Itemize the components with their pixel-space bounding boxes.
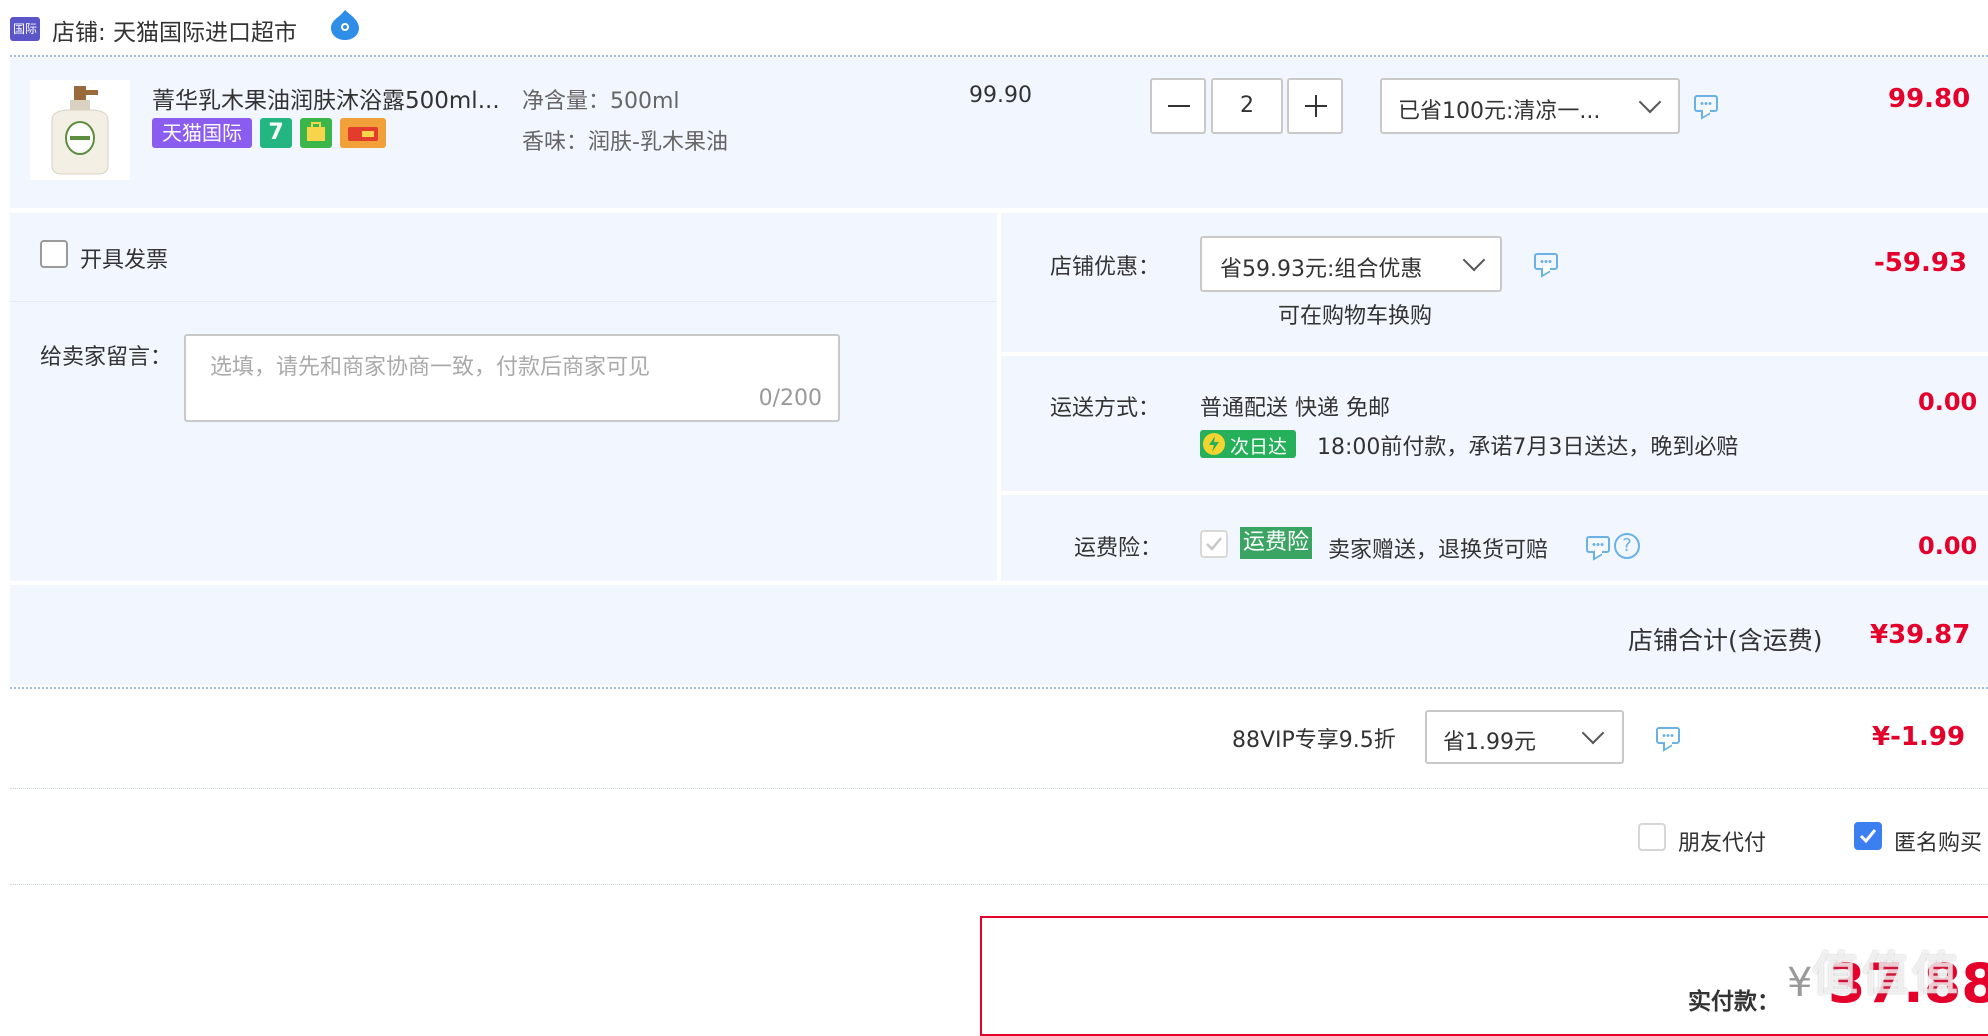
shop-discount-amount: -59.93 xyxy=(1874,248,1968,278)
item-discount-select[interactable]: 已省100元:清凉一... xyxy=(1380,78,1680,134)
shop-discount-select[interactable]: 省59.93元:组合优惠 xyxy=(1200,236,1502,292)
freight-insurance-desc: 卖家赠送，退换货可赔 xyxy=(1328,538,1549,563)
seller-message-label: 给卖家留言： xyxy=(40,345,173,370)
lightning-icon xyxy=(1203,433,1225,455)
freight-insurance-tag: 运费险 xyxy=(1240,527,1313,559)
item-discount-select-value: 已省100元:清凉一... xyxy=(1398,99,1601,124)
shop-total-amount: ¥39.87 xyxy=(1870,620,1971,650)
shop-total-label: 店铺合计(含运费) xyxy=(1628,626,1823,655)
spec-scent: 香味：润肤-乳木果油 xyxy=(522,130,728,155)
seller-message-input[interactable]: 选填，请先和商家协商一致，付款后商家可见 0/200 xyxy=(184,334,840,422)
shipping-label: 运送方式： xyxy=(1050,396,1161,421)
invoice-checkbox[interactable] xyxy=(40,240,68,268)
quantity-increase-button[interactable] xyxy=(1287,78,1343,134)
product-title[interactable]: 菁华乳木果油润肤沐浴露500ml... xyxy=(152,81,500,115)
shop-name[interactable]: 店铺: 天猫国际进口超市 xyxy=(52,13,297,47)
shop-discount-remark-icon[interactable] xyxy=(1534,253,1558,270)
vip-discount-amount: ¥-1.99 xyxy=(1872,722,1966,752)
shop-discount-select-value: 省59.93元:组合优惠 xyxy=(1220,257,1423,282)
quantity-decrease-button[interactable] xyxy=(1150,78,1206,134)
product-image[interactable] xyxy=(30,80,130,180)
guarantee-icon xyxy=(300,118,332,148)
seven-day-return-tag: 7 xyxy=(260,118,292,148)
vip-discount-label: 88VIP专享9.5折 xyxy=(1232,728,1396,753)
freight-insurance-checkbox xyxy=(1200,530,1228,558)
shop-intl-badge: 国际 xyxy=(10,17,40,41)
payment-label: 实付款： xyxy=(1688,989,1780,1015)
vip-remark-icon[interactable] xyxy=(1656,727,1680,744)
chevron-down-icon xyxy=(1462,248,1486,272)
anonymous-label[interactable]: 匿名购买 xyxy=(1894,825,1982,857)
spec-volume: 净含量：500ml xyxy=(522,89,680,114)
help-question-icon[interactable]: ? xyxy=(1614,533,1640,559)
seller-message-counter: 0/200 xyxy=(758,386,822,411)
vip-discount-select[interactable]: 省1.99元 xyxy=(1425,710,1624,764)
seller-message-placeholder: 选填，请先和商家协商一致，付款后商家可见 xyxy=(210,355,651,380)
shop-discount-label: 店铺优惠： xyxy=(1050,255,1161,280)
shipping-amount: 0.00 xyxy=(1918,388,1978,416)
shop-discount-note[interactable]: 可在购物车换购 xyxy=(1278,298,1432,330)
item-subtotal: 99.80 xyxy=(1888,84,1971,114)
anonymous-checkbox[interactable] xyxy=(1854,822,1882,850)
friend-pay-label[interactable]: 朋友代付 xyxy=(1678,825,1766,857)
chevron-down-icon xyxy=(1638,90,1662,114)
payment-summary-box: 实付款： ¥ 37.88 值 值 值 xyxy=(980,916,1988,1036)
friend-pay-checkbox[interactable] xyxy=(1638,823,1666,851)
invoice-label[interactable]: 开具发票 xyxy=(80,242,168,274)
tmall-intl-tag: 天猫国际 xyxy=(152,118,252,148)
card-payment-icon xyxy=(340,118,386,148)
chevron-down-icon xyxy=(1581,721,1605,745)
site-watermark: 值 值 值 xyxy=(1812,947,1958,1001)
vip-discount-select-value: 省1.99元 xyxy=(1443,730,1536,755)
freight-insurance-label: 运费险： xyxy=(1074,536,1163,561)
wangwang-chat-icon[interactable] xyxy=(328,8,362,42)
shipping-method: 普通配送 快递 免邮 xyxy=(1200,396,1390,421)
quantity-input[interactable]: 2 xyxy=(1211,78,1283,134)
freight-insurance-remark-icon[interactable] xyxy=(1586,536,1610,553)
unit-price: 99.90 xyxy=(969,83,1032,108)
next-day-badge: 次日达 xyxy=(1200,430,1296,458)
payment-currency: ¥ xyxy=(1787,960,1813,1006)
item-remark-icon[interactable] xyxy=(1694,95,1718,112)
freight-insurance-amount: 0.00 xyxy=(1918,532,1978,560)
shipping-promise: 18:00前付款，承诺7月3日送达，晚到必赔 xyxy=(1317,435,1739,460)
